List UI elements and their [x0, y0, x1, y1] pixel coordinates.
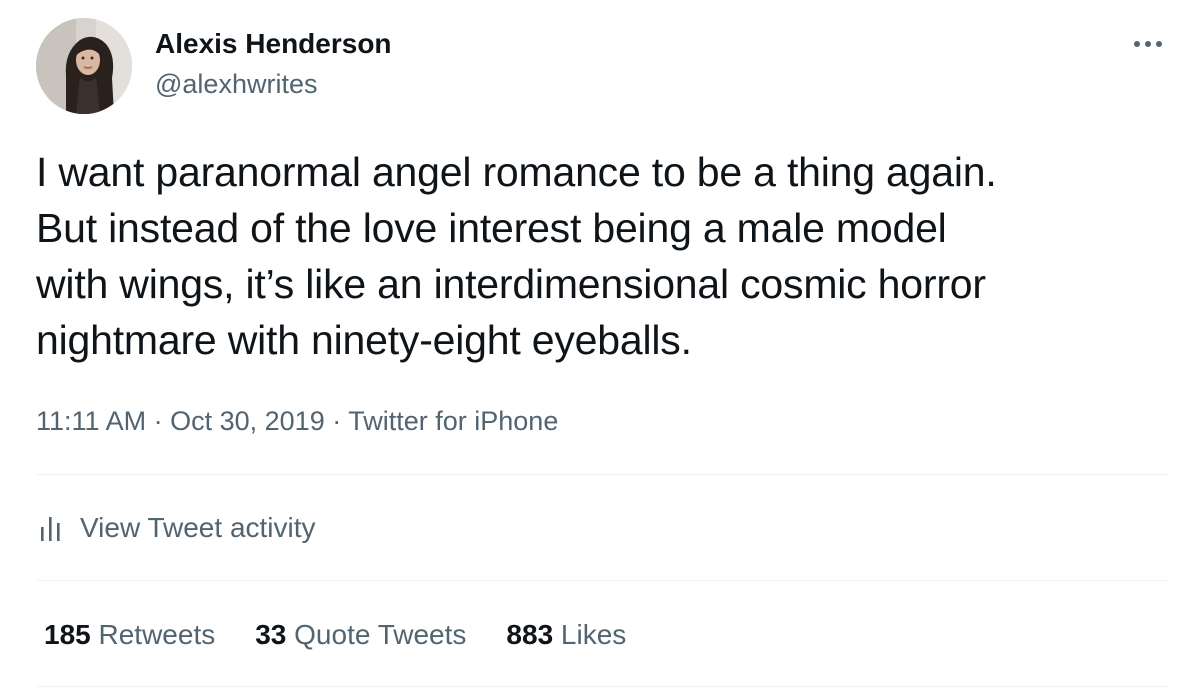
avatar-photo — [36, 18, 132, 114]
avatar[interactable] — [36, 18, 132, 114]
likes-label: Likes — [560, 619, 627, 650]
author-handle[interactable]: @alexhwrites — [155, 67, 317, 101]
tweet-text-line: I want paranormal angel romance to be a … — [36, 149, 997, 195]
tweet-metadata: 11:11 AM · Oct 30, 2019 · Twitter for iP… — [36, 403, 558, 439]
tweet-text-line: nightmare with ninety-eight eyeballs. — [36, 317, 692, 363]
likes-count: 883 — [506, 619, 554, 650]
tweet-text-line: with wings, it’s like an interdimensiona… — [36, 261, 986, 307]
tweet-text-line: But instead of the love interest being a… — [36, 205, 947, 251]
tweet-date-link[interactable]: Oct 30, 2019 — [170, 406, 325, 436]
tweet-detail: Alexis Henderson @alexhwrites I want par… — [0, 0, 1198, 692]
quote-tweets-count: 33 — [255, 619, 287, 650]
view-tweet-activity-link[interactable]: View Tweet activity — [36, 508, 316, 548]
retweets-count: 185 — [44, 619, 91, 650]
author-display-name[interactable]: Alexis Henderson — [155, 27, 392, 61]
tweet-time-link[interactable]: 11:11 AM — [36, 406, 146, 436]
quote-tweets-stat[interactable]: 33 Quote Tweets — [255, 619, 466, 651]
more-options-button[interactable] — [1128, 30, 1168, 58]
more-horizontal-icon — [1128, 30, 1168, 58]
retweets-stat[interactable]: 185 Retweets — [44, 619, 215, 651]
divider — [36, 580, 1168, 581]
meta-separator: · — [332, 406, 342, 436]
tweet-text: I want paranormal angel romance to be a … — [36, 144, 1166, 368]
quote-tweets-label: Quote Tweets — [294, 619, 467, 650]
view-tweet-activity-label: View Tweet activity — [80, 512, 316, 543]
tweet-source-link[interactable]: Twitter for iPhone — [348, 406, 558, 436]
engagement-stats: 185 Retweets 33 Quote Tweets 883 Likes — [44, 615, 666, 655]
retweets-label: Retweets — [98, 619, 216, 650]
divider — [36, 686, 1168, 687]
meta-separator: · — [153, 406, 163, 436]
likes-stat[interactable]: 883 Likes — [506, 619, 626, 651]
divider — [36, 474, 1168, 475]
analytics-bars-icon — [36, 513, 66, 543]
